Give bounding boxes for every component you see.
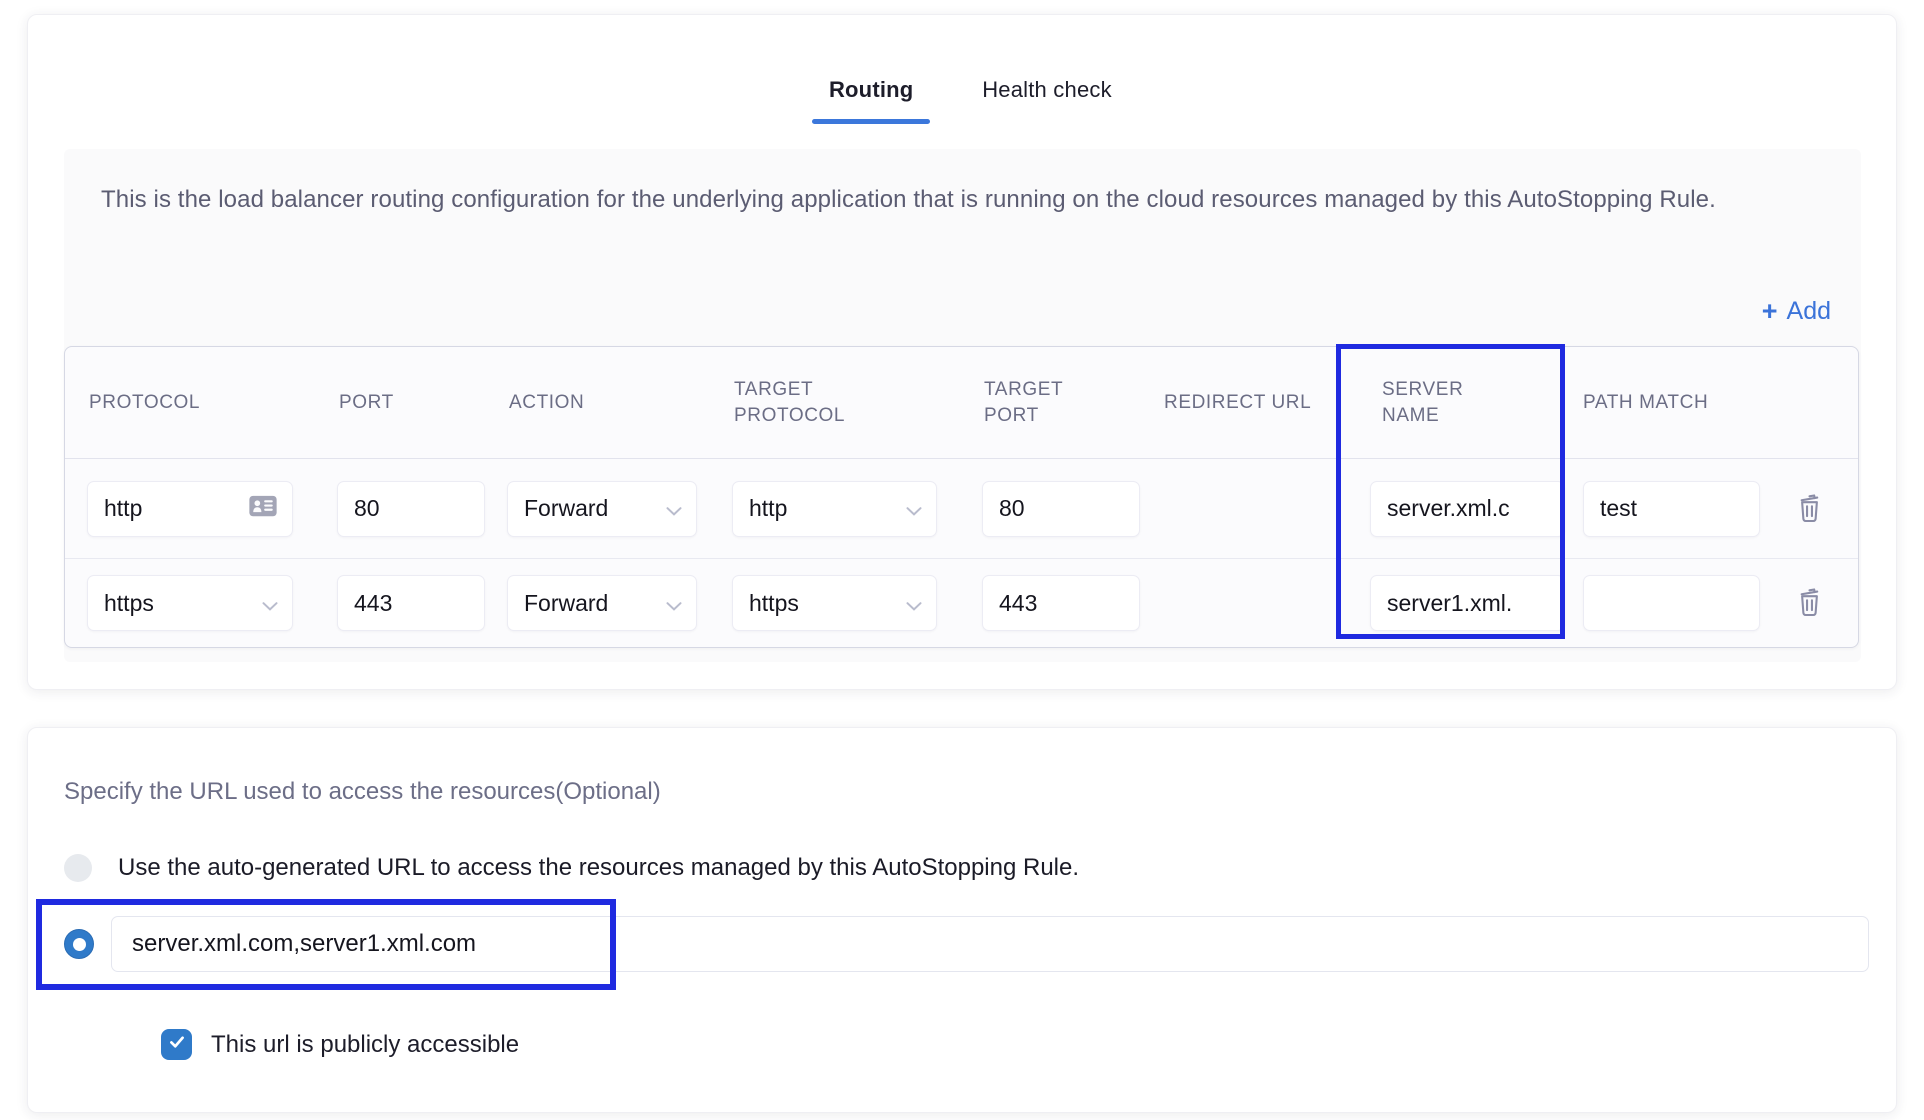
plus-icon: + xyxy=(1762,298,1778,325)
protocol-select-row2[interactable]: https xyxy=(87,575,293,631)
custom-url-radio[interactable] xyxy=(64,929,94,959)
target-port-cell xyxy=(960,481,1140,537)
server-name-input-row2[interactable] xyxy=(1370,575,1565,631)
server-name-cell xyxy=(1340,575,1565,631)
header-target-port: TARGET PORT xyxy=(960,377,1120,429)
server-name-cell xyxy=(1340,481,1565,537)
port-cell xyxy=(315,575,485,631)
routing-card: Routing Health check This is the load ba… xyxy=(27,14,1897,690)
table-row: http xyxy=(65,459,1858,559)
target-protocol-cell: https xyxy=(710,575,960,631)
protocol-value: https xyxy=(104,590,154,617)
action-cell: Forward xyxy=(485,481,710,537)
protocol-cell: https xyxy=(65,575,315,631)
table-row: https Forward xyxy=(65,559,1858,647)
routing-config-panel: This is the load balancer routing config… xyxy=(64,149,1861,662)
row-actions-cell xyxy=(1760,492,1858,526)
tab-routing-label: Routing xyxy=(829,77,913,103)
target-port-input-row2[interactable] xyxy=(982,575,1140,631)
port-input-row2[interactable] xyxy=(337,575,485,631)
active-tab-underline xyxy=(812,119,930,124)
trash-icon xyxy=(1796,586,1823,620)
target-protocol-select-row1[interactable]: http xyxy=(732,481,937,537)
row-actions-cell xyxy=(1760,586,1858,620)
target-port-input-row1[interactable] xyxy=(982,481,1140,537)
chevron-down-icon xyxy=(906,495,922,522)
url-card: Specify the URL used to access the resou… xyxy=(27,727,1897,1113)
tab-health-check[interactable]: Health check xyxy=(982,77,1112,124)
auto-url-option-row: Use the auto-generated URL to access the… xyxy=(64,854,1079,882)
chevron-down-icon xyxy=(262,590,278,617)
auto-url-option-label: Use the auto-generated URL to access the… xyxy=(118,854,1079,882)
path-match-input-row2[interactable] xyxy=(1583,575,1760,631)
header-server-name: SERVER NAME xyxy=(1340,377,1490,429)
chevron-down-icon xyxy=(666,590,682,617)
public-url-label: This url is publicly accessible xyxy=(211,1031,519,1059)
port-input-row1[interactable] xyxy=(337,481,485,537)
tab-health-check-label: Health check xyxy=(982,77,1112,103)
target-protocol-value: https xyxy=(749,590,799,617)
target-protocol-select-row2[interactable]: https xyxy=(732,575,937,631)
protocol-select-row1[interactable]: http xyxy=(87,481,293,537)
header-target-protocol: TARGET PROTOCOL xyxy=(710,377,870,429)
path-match-input-row1[interactable] xyxy=(1583,481,1760,537)
port-cell xyxy=(315,481,485,537)
chevron-down-icon xyxy=(666,495,682,522)
tab-routing[interactable]: Routing xyxy=(812,77,930,124)
header-path-match: PATH MATCH xyxy=(1565,390,1760,416)
url-section-title: Specify the URL used to access the resou… xyxy=(64,778,661,806)
id-card-icon xyxy=(248,493,278,524)
action-select-row1[interactable]: Forward xyxy=(507,481,697,537)
delete-row-button[interactable] xyxy=(1796,586,1823,620)
action-value: Forward xyxy=(524,495,608,522)
header-action: ACTION xyxy=(485,390,710,416)
protocol-value: http xyxy=(104,495,142,522)
chevron-down-icon xyxy=(906,590,922,617)
routing-table: PROTOCOL PORT ACTION TARGET PROTOCOL TAR… xyxy=(64,346,1859,648)
header-port: PORT xyxy=(315,390,485,416)
target-protocol-value: http xyxy=(749,495,787,522)
custom-url-input[interactable] xyxy=(111,916,1869,972)
check-icon xyxy=(167,1032,187,1057)
action-select-row2[interactable]: Forward xyxy=(507,575,697,631)
routing-description: This is the load balancer routing config… xyxy=(101,183,1731,217)
tab-bar: Routing Health check xyxy=(28,77,1896,124)
target-port-cell xyxy=(960,575,1140,631)
routing-table-header: PROTOCOL PORT ACTION TARGET PROTOCOL TAR… xyxy=(65,347,1858,459)
header-protocol: PROTOCOL xyxy=(65,390,315,416)
target-protocol-cell: http xyxy=(710,481,960,537)
action-value: Forward xyxy=(524,590,608,617)
radio-dot xyxy=(73,938,86,951)
add-route-label: Add xyxy=(1787,297,1831,326)
public-url-checkbox[interactable] xyxy=(161,1029,192,1060)
action-cell: Forward xyxy=(485,575,710,631)
public-url-row: This url is publicly accessible xyxy=(161,1029,519,1060)
protocol-cell: http xyxy=(65,481,315,537)
add-route-button[interactable]: + Add xyxy=(1762,297,1831,326)
path-match-cell xyxy=(1565,575,1760,631)
auto-url-radio[interactable] xyxy=(64,854,92,882)
path-match-cell xyxy=(1565,481,1760,537)
delete-row-button[interactable] xyxy=(1796,492,1823,526)
server-name-input-row1[interactable] xyxy=(1370,481,1565,537)
header-redirect-url: REDIRECT URL xyxy=(1140,390,1340,416)
trash-icon xyxy=(1796,492,1823,526)
